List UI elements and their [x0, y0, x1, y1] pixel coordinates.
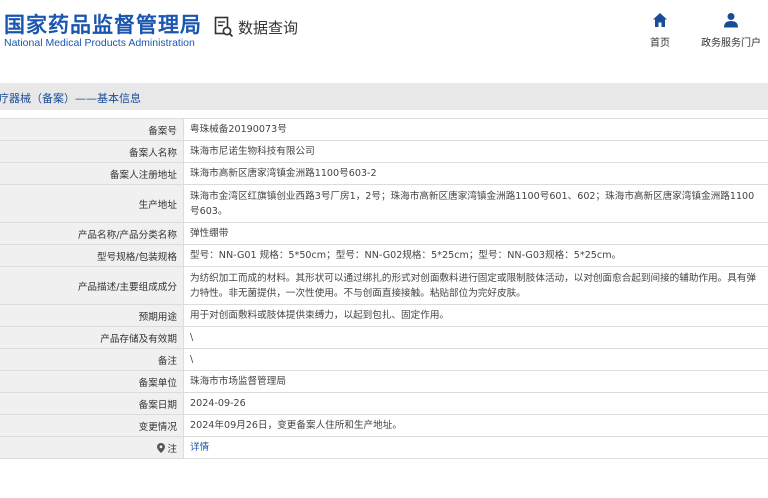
- table-row: 生产地址 珠海市金湾区红旗镇创业西路3号厂房1，2号；珠海市高新区唐家湾镇金洲路…: [0, 184, 768, 223]
- table-row: 型号规格/包装规格 型号：NN-G01 规格：5*50cm；型号：NN-G02规…: [0, 244, 768, 267]
- row-value: 珠海市市场监督管理局: [183, 370, 768, 393]
- table-row: 产品描述/主要组成成分 为纺织加工而成的材料。其形状可以通过绑扎的形式对创面敷料…: [0, 266, 768, 305]
- nav-service-portal[interactable]: 政务服务门户: [696, 12, 766, 49]
- row-value: 用于对创面敷料或肢体提供束缚力，以起到包扎、固定作用。: [183, 304, 768, 327]
- table-row: 产品名称/产品分类名称 弹性绷带: [0, 222, 768, 245]
- note-value-cell: 详情: [183, 436, 768, 459]
- row-label: 备案号: [0, 118, 184, 141]
- row-label: 产品描述/主要组成成分: [0, 266, 184, 305]
- table-row: 变更情况 2024年09月26日，变更备案人住所和生产地址。: [0, 414, 768, 437]
- data-query-label: 数据查询: [238, 18, 299, 37]
- row-value: 粤珠械备20190073号: [183, 118, 768, 141]
- row-value: 为纺织加工而成的材料。其形状可以通过绑扎的形式对创面敷料进行固定或限制肢体活动，…: [183, 266, 768, 305]
- row-value: 型号：NN-G01 规格：5*50cm；型号：NN-G02规格：5*25cm；型…: [183, 244, 768, 267]
- row-value: 珠海市尼诺生物科技有限公司: [183, 140, 768, 163]
- row-label: 注: [167, 443, 177, 455]
- row-label: 变更情况: [0, 414, 184, 437]
- row-value: 2024年09月26日，变更备案人住所和生产地址。: [183, 414, 768, 437]
- row-label: 产品名称/产品分类名称: [0, 222, 184, 245]
- row-value: \: [183, 348, 768, 371]
- document-search-icon: [214, 16, 234, 38]
- record-detail-table: 备案号 粤珠械备20190073号 备案人名称 珠海市尼诺生物科技有限公司 备案…: [0, 118, 768, 459]
- nav-home[interactable]: 首页: [625, 12, 695, 49]
- location-pin-icon: [157, 442, 166, 453]
- note-label-cell: 注: [0, 436, 184, 459]
- row-label: 备案日期: [0, 392, 184, 415]
- table-row: 备案日期 2024-09-26: [0, 392, 768, 415]
- details-link[interactable]: 详情: [190, 442, 209, 453]
- table-row: 注 详情: [0, 436, 768, 459]
- home-icon: [653, 13, 667, 27]
- row-value: 珠海市高新区唐家湾镇金洲路1100号603-2: [183, 162, 768, 185]
- data-query-title: 数据查询: [214, 16, 298, 38]
- nav-service-portal-label: 政务服务门户: [701, 38, 761, 49]
- logo-english[interactable]: National Medical Products Administration: [4, 37, 195, 49]
- row-label: 备案人注册地址: [0, 162, 184, 185]
- row-label: 备注: [0, 348, 184, 371]
- table-row: 备案号 粤珠械备20190073号: [0, 118, 768, 141]
- table-row: 预期用途 用于对创面敷料或肢体提供束缚力，以起到包扎、固定作用。: [0, 304, 768, 327]
- table-row: 备案单位 珠海市市场监督管理局: [0, 370, 768, 393]
- row-label: 生产地址: [0, 184, 184, 223]
- row-value: \: [183, 326, 768, 349]
- table-row: 备案人注册地址 珠海市高新区唐家湾镇金洲路1100号603-2: [0, 162, 768, 185]
- user-icon: [724, 13, 738, 28]
- table-row: 备注 \: [0, 348, 768, 371]
- row-label: 预期用途: [0, 304, 184, 327]
- row-value: 弹性绷带: [183, 222, 768, 245]
- breadcrumb-bar: 疗器械（备案）——基本信息: [0, 83, 768, 110]
- row-label: 备案单位: [0, 370, 184, 393]
- breadcrumb: 疗器械（备案）——基本信息: [0, 92, 141, 105]
- row-label: 产品存储及有效期: [0, 326, 184, 349]
- logo-chinese[interactable]: 国家药品监督管理局: [4, 9, 202, 39]
- row-label: 备案人名称: [0, 140, 184, 163]
- site-header: 国家药品监督管理局 National Medical Products Admi…: [0, 0, 768, 72]
- row-label: 型号规格/包装规格: [0, 244, 184, 267]
- row-value: 2024-09-26: [183, 392, 768, 415]
- table-row: 产品存储及有效期 \: [0, 326, 768, 349]
- row-value: 珠海市金湾区红旗镇创业西路3号厂房1，2号；珠海市高新区唐家湾镇金洲路1100号…: [183, 184, 768, 223]
- table-row: 备案人名称 珠海市尼诺生物科技有限公司: [0, 140, 768, 163]
- nav-home-label: 首页: [650, 38, 670, 49]
